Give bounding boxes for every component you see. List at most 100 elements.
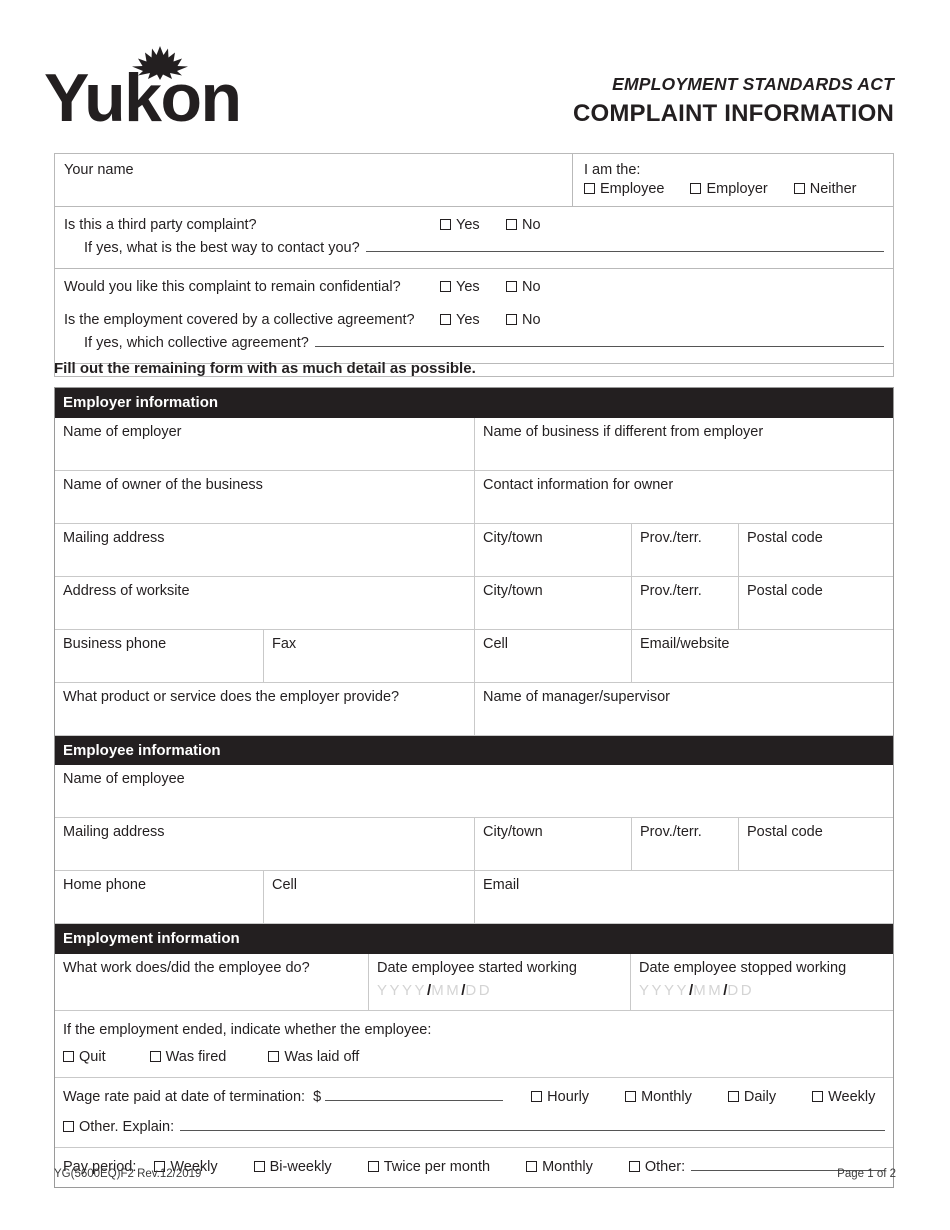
field-label: What work does/did the employee do? [63,959,310,976]
checkbox-employer[interactable]: Employer [690,181,768,197]
field-home-phone[interactable]: Home phone [55,871,264,923]
checkbox-confidential-yes[interactable]: Yes [440,276,506,298]
checkbox-icon [531,1091,543,1103]
name-and-role-row: Your name I am the: Employee Employer Ne… [55,154,893,207]
collective-agreement-question: Is the employment covered by a collectiv… [64,309,884,331]
checkbox-daily[interactable]: Daily [727,1085,776,1110]
table-row: Mailing address City/town Prov./terr. Po… [55,818,893,871]
checkbox-icon [440,219,451,230]
checkbox-was-laid-off[interactable]: Was laid off [268,1045,359,1070]
checkbox-employee[interactable]: Employee [584,181,664,197]
which-collective-input[interactable] [314,333,884,348]
your-name-label: Your name [64,162,134,178]
field-name-of-owner[interactable]: Name of owner of the business [55,470,475,523]
field-business-phone[interactable]: Business phone [55,629,264,682]
field-label: Mailing address [63,529,165,546]
field-label: City/town [483,582,543,599]
field-name-of-business[interactable]: Name of business if different from emplo… [475,418,893,470]
yukon-logo: Yukon [44,44,274,134]
field-employee-postal[interactable]: Postal code [739,818,893,870]
field-worksite-address[interactable]: Address of worksite [55,576,475,629]
which-collective-row: If yes, which collective agreement? [64,331,884,356]
field-employee-email[interactable]: Email [475,871,893,923]
checkbox-third-party-no[interactable]: No [506,214,556,236]
field-employee-cell[interactable]: Cell [264,871,475,923]
field-label: Date employee started working [377,959,577,976]
field-manager-supervisor[interactable]: Name of manager/supervisor [475,683,893,735]
field-label: City/town [483,824,543,840]
title-block: EMPLOYMENT STANDARDS ACT COMPLAINT INFOR… [573,74,894,129]
field-employer-cell[interactable]: Cell [475,629,632,682]
collective-yesno: Yes No [440,309,556,331]
third-party-contact-input[interactable] [365,238,884,253]
checkbox-collective-yes[interactable]: Yes [440,309,506,331]
field-name-of-employee[interactable]: Name of employee [55,765,893,817]
checkbox-icon [440,281,451,293]
checkbox-was-fired[interactable]: Was fired [149,1045,226,1070]
checkbox-confidential-no[interactable]: No [506,276,556,298]
checkbox-monthly[interactable]: Monthly [625,1085,692,1110]
hint-year: YYYY [377,981,428,999]
field-date-started[interactable]: Date employee started working YYYY/MM/DD [369,953,631,1010]
wage-other-row: Other. Explain: [63,1115,885,1140]
checkbox-icon [506,219,517,230]
no-label: No [522,279,541,296]
wage-other-input[interactable] [180,1117,885,1131]
field-employer-mailing-address[interactable]: Mailing address [55,523,475,576]
which-collective-label: If yes, which collective agreement? [84,335,309,352]
checkbox-quit[interactable]: Quit [63,1045,106,1070]
field-label: Prov./terr. [640,824,702,840]
checkbox-icon [812,1091,824,1103]
field-employer-city[interactable]: City/town [475,523,632,576]
checkbox-monthly-label: Monthly [641,1089,692,1106]
section-header-employee: Employee information [55,735,893,765]
field-employee-mailing-address[interactable]: Mailing address [55,818,475,870]
table-row: Name of employer Name of business if dif… [55,417,893,471]
checkbox-wage-other-label: Other. Explain: [79,1118,175,1135]
table-row: Address of worksite City/town Prov./terr… [55,576,893,630]
checkbox-icon [63,1050,74,1062]
act-title: EMPLOYMENT STANDARDS ACT [612,74,894,94]
field-fax[interactable]: Fax [264,629,475,682]
checkbox-neither[interactable]: Neither [793,181,857,197]
field-employer-postal[interactable]: Postal code [739,524,893,576]
field-worksite-postal[interactable]: Postal code [739,577,893,629]
field-name-of-employer[interactable]: Name of employer [55,417,475,470]
logo-wordmark: Yukon [44,60,242,136]
field-label: Contact information for owner [483,476,674,493]
checkbox-hourly[interactable]: Hourly [531,1085,589,1110]
checkbox-weekly[interactable]: Weekly [812,1085,875,1110]
i-am-the-group: I am the: Employee Employer Neither [573,154,893,206]
field-email-website[interactable]: Email/website [632,630,893,682]
table-row: Name of owner of the business Contact in… [55,470,893,524]
field-label: Name of business if different from emplo… [483,423,764,440]
field-what-work[interactable]: What work does/did the employee do? [55,953,369,1010]
field-employee-city[interactable]: City/town [475,818,632,870]
field-employer-prov[interactable]: Prov./terr. [632,523,739,576]
field-product-or-service[interactable]: What product or service does the employe… [55,682,475,735]
checkbox-neither-label: Neither [809,181,857,197]
wage-rate-input[interactable] [325,1087,504,1102]
checkbox-wage-other[interactable]: Other. Explain: [63,1115,174,1140]
checkbox-third-party-yes[interactable]: Yes [440,214,506,236]
checkbox-icon [506,313,517,325]
table-row: What product or service does the employe… [55,682,893,736]
field-worksite-city[interactable]: City/town [475,576,632,629]
wage-rate-label: Wage rate paid at date of termination: [63,1089,306,1106]
field-employee-prov[interactable]: Prov./terr. [632,818,739,870]
checkbox-hourly-label: Hourly [547,1089,590,1106]
field-contact-for-owner[interactable]: Contact information for owner [475,471,893,523]
page-header: Yukon EMPLOYMENT STANDARDS ACT COMPLAINT… [0,0,950,150]
your-name-field[interactable]: Your name [55,154,573,206]
checkbox-collective-no[interactable]: No [506,309,556,331]
hint-day: DD [465,981,493,999]
i-am-the-label: I am the: [584,162,641,178]
employment-ended-label: If the employment ended, indicate whethe… [63,1021,432,1038]
field-worksite-prov[interactable]: Prov./terr. [632,576,739,629]
checkbox-quit-label: Quit [79,1048,106,1065]
field-date-stopped[interactable]: Date employee stopped working YYYY/MM/DD [631,954,893,1010]
table-row: Business phone Fax Cell Email/website [55,629,893,683]
field-label: Name of owner of the business [63,476,263,493]
checkbox-icon [690,183,702,194]
complainant-box: Your name I am the: Employee Employer Ne… [54,153,894,377]
